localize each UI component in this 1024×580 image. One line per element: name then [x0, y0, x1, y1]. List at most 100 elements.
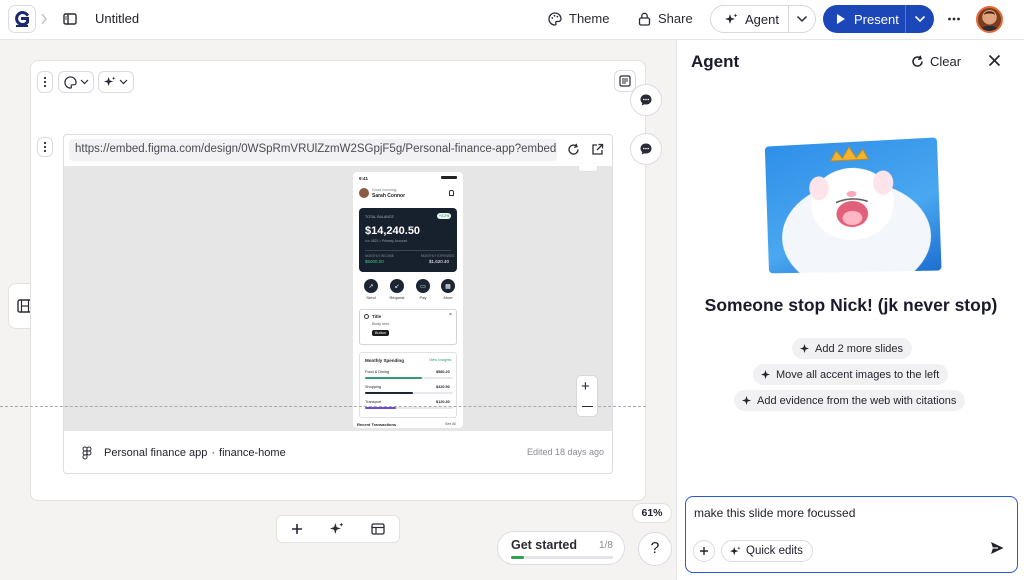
embed-preview[interactable]: 9:41 Good morning, Sarah Connor TOTAL BA… — [64, 166, 613, 430]
phone-avatar — [359, 188, 369, 198]
account-text: •••• 4821 • Primary Account — [365, 239, 407, 243]
help-button[interactable]: ? — [638, 532, 672, 566]
note-body: Body text. — [372, 321, 390, 326]
present-label: Present — [854, 12, 899, 27]
get-started-label: Get started — [511, 538, 577, 552]
speaker-notes-button[interactable] — [614, 70, 636, 92]
request-label: Request — [390, 295, 405, 300]
share-button[interactable]: Share — [638, 11, 693, 26]
layout-icon[interactable] — [371, 523, 385, 535]
sparkle-icon — [800, 344, 809, 353]
block-menu-button[interactable] — [37, 137, 53, 157]
comment-icon — [639, 142, 653, 156]
spending-row-label: Shopping — [365, 385, 381, 389]
get-started-button[interactable]: Get started 1/8 — [497, 531, 625, 565]
block-comment-button[interactable] — [630, 133, 662, 165]
spending-row-fill — [365, 377, 422, 379]
theme-label: Theme — [569, 11, 609, 26]
balance-badge: +3.2% — [437, 213, 451, 219]
agent-label: Agent — [745, 12, 779, 27]
pay-action: ▭ Pay — [414, 279, 432, 300]
agent-panel: Agent Clear Someone stop Nick! (jk never… — [676, 40, 1024, 580]
clear-button[interactable]: Clear — [911, 54, 961, 69]
suggestion-label: Move all accent images to the left — [776, 369, 939, 381]
embed-footer: Personal finance app · finance-home Edit… — [64, 430, 613, 474]
suggestion-chip[interactable]: Add 2 more slides — [792, 338, 912, 359]
help-icon: ? — [651, 540, 660, 558]
greeting-text: Good morning, — [372, 188, 397, 192]
close-panel-icon[interactable] — [988, 54, 1001, 67]
spending-row-fill — [365, 407, 396, 409]
close-icon: × — [449, 312, 452, 318]
recent-link: See All — [445, 422, 456, 426]
composer-input[interactable]: make this slide more focussed — [694, 506, 855, 520]
quick-edits-button[interactable]: Quick edits — [721, 540, 813, 562]
lock-icon — [638, 12, 651, 26]
zoom-out-icon[interactable] — [582, 406, 593, 407]
zoom-in-icon[interactable]: + — [581, 379, 590, 394]
app-logo-icon[interactable] — [8, 5, 36, 33]
notification-card: Title Body text. Button × — [359, 309, 457, 345]
user-avatar[interactable] — [976, 6, 1003, 33]
breadcrumb-chevron-icon — [40, 12, 48, 26]
spending-row-amount: $120.30 — [436, 400, 450, 404]
open-external-icon[interactable] — [591, 143, 604, 156]
request-action: ↙ Request — [388, 279, 406, 300]
embed-edited: Edited 18 days ago — [527, 447, 604, 457]
progress-fill — [511, 556, 524, 559]
send-label: Send — [366, 295, 375, 300]
bottom-toolbar — [276, 515, 400, 543]
figma-icon — [82, 446, 92, 460]
sidebar-toggle-icon[interactable] — [63, 12, 77, 26]
suggestion-label: Add 2 more slides — [815, 343, 903, 355]
more-options-icon[interactable] — [947, 12, 961, 26]
balance-label: TOTAL BALANCE — [365, 215, 394, 219]
spending-row-fill — [365, 392, 413, 394]
agent-panel-title: Agent — [691, 52, 739, 72]
suggestion-chip[interactable]: Move all accent images to the left — [753, 364, 948, 385]
pay-label: Pay — [420, 295, 427, 300]
attach-button[interactable] — [693, 540, 715, 562]
slide-ai-dropdown[interactable] — [98, 71, 134, 93]
get-started-progress-text: 1/8 — [599, 540, 613, 551]
expense-value: $1,620.40 — [429, 259, 449, 264]
suggestion-chip[interactable]: Add evidence from the web with citations — [734, 390, 965, 411]
scroll-handle[interactable] — [578, 166, 598, 172]
vertical-dots-icon — [43, 76, 47, 88]
reload-icon[interactable] — [567, 143, 580, 156]
phone-mockup: 9:41 Good morning, Sarah Connor TOTAL BA… — [353, 172, 463, 428]
document-title[interactable]: Untitled — [95, 11, 139, 26]
notes-icon — [619, 75, 631, 87]
present-split-button: Present — [823, 5, 934, 33]
quick-edits-label: Quick edits — [746, 545, 803, 557]
present-button[interactable]: Present — [823, 5, 905, 33]
refresh-icon — [911, 55, 924, 68]
balance-card: TOTAL BALANCE +3.2% $14,240.50 •••• 4821… — [359, 208, 457, 272]
spending-row-amount: $580.20 — [436, 370, 450, 374]
present-dropdown-chevron-icon[interactable] — [905, 5, 934, 33]
slide-theme-dropdown[interactable] — [58, 71, 94, 93]
agent-headline: Someone stop Nick! (jk never stop) — [677, 295, 1024, 316]
send-icon[interactable] — [989, 540, 1005, 556]
expense-label: MONTHLY EXPENSES — [421, 254, 454, 258]
theme-button[interactable]: Theme — [548, 11, 609, 26]
agent-dropdown-chevron-icon[interactable] — [789, 15, 815, 23]
sparkle-icon — [742, 396, 751, 405]
slide-menu-button[interactable] — [37, 71, 53, 93]
zoom-level[interactable]: 61% — [632, 503, 672, 523]
embed-url[interactable]: https://embed.figma.com/design/0WSpRmVRU… — [69, 139, 557, 161]
ai-generate-icon[interactable] — [330, 522, 344, 536]
comment-button[interactable] — [630, 84, 662, 116]
sparkle-icon — [725, 13, 738, 26]
spending-link: View Insights — [429, 358, 451, 362]
sparkle-icon — [104, 76, 116, 88]
add-block-icon[interactable] — [291, 523, 303, 535]
spending-row-track — [365, 377, 453, 379]
chevron-down-icon — [80, 79, 89, 85]
progress-track — [511, 556, 613, 559]
agent-button[interactable]: Agent — [711, 6, 789, 32]
embed-file-name: Personal finance app — [104, 447, 207, 459]
figma-embed[interactable]: https://embed.figma.com/design/0WSpRmVRU… — [63, 134, 613, 474]
agent-composer[interactable]: make this slide more focussed Quick edit… — [685, 496, 1018, 573]
income-label: MONTHLY INCOME — [365, 254, 394, 258]
